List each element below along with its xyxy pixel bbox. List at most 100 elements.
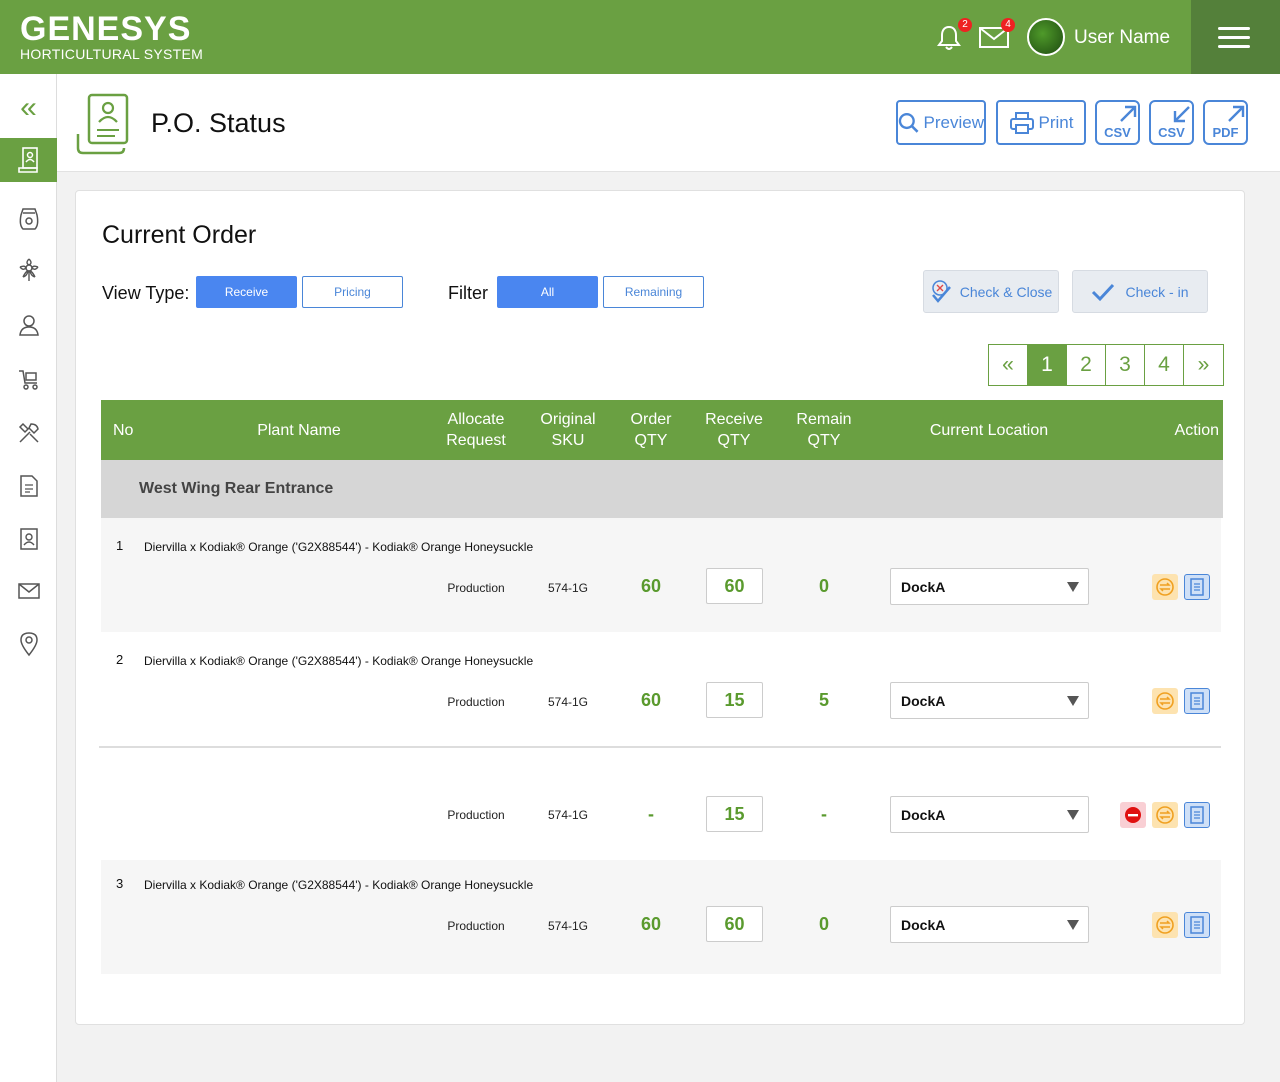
allocate-request: Production xyxy=(447,695,505,709)
plant-name: Diervilla x Kodiak® Orange ('G2X88544') … xyxy=(144,540,534,554)
notifications-badge: 2 xyxy=(958,18,972,32)
col-no: No xyxy=(113,421,134,439)
original-sku: 574-1G xyxy=(547,919,589,933)
arrow-down-left-icon xyxy=(1173,106,1190,123)
filter-remaining-button[interactable]: Remaining xyxy=(603,276,704,308)
po-status-icon xyxy=(75,92,133,161)
receive-qty-input[interactable]: 15 xyxy=(706,796,763,832)
receive-qty-input[interactable]: 15 xyxy=(706,682,763,718)
transfer-button[interactable] xyxy=(1152,688,1178,714)
sidebar-item-seed-bag-icon[interactable] xyxy=(0,196,57,240)
csv-import-label: CSV xyxy=(1158,125,1185,140)
hamburger-menu-button[interactable] xyxy=(1191,0,1280,74)
order-qty: 60 xyxy=(640,690,662,710)
username[interactable]: User Name xyxy=(1074,27,1170,49)
check-in-button[interactable]: Check - in xyxy=(1072,270,1208,313)
remain-qty: 5 xyxy=(818,690,829,710)
page-3-button[interactable]: 3 xyxy=(1106,345,1145,385)
last-page-icon[interactable]: » xyxy=(1184,345,1223,385)
location-value: DockA xyxy=(901,692,946,709)
sidebar-item-document-icon[interactable] xyxy=(0,464,57,508)
original-sku: 574-1G xyxy=(547,695,589,709)
location-select[interactable]: DockA xyxy=(890,906,1089,943)
app-name: GENESYS xyxy=(20,10,192,48)
check-close-label: Check & Close xyxy=(959,283,1053,300)
page-1-button[interactable]: 1 xyxy=(1028,345,1067,385)
sidebar-item-location-pin-icon[interactable] xyxy=(0,622,57,666)
pdf-export-button[interactable]: PDF xyxy=(1203,100,1248,145)
pdf-label: PDF xyxy=(1212,125,1239,140)
notes-button[interactable] xyxy=(1184,574,1210,600)
view-type-receive-button[interactable]: Receive xyxy=(196,276,297,308)
sidebar-item-user-icon[interactable] xyxy=(0,303,57,347)
location-value: DockA xyxy=(901,578,946,595)
notes-button[interactable] xyxy=(1184,802,1210,828)
sidebar-item-contact-icon[interactable] xyxy=(0,517,57,561)
sidebar-item-po-icon[interactable] xyxy=(0,138,57,182)
sidebar-item-mail-icon[interactable] xyxy=(0,569,57,613)
sidebar-item-tools-icon[interactable] xyxy=(0,411,57,455)
preview-label: Preview xyxy=(923,112,984,132)
avatar[interactable] xyxy=(1027,18,1065,56)
csv-export-label: CSV xyxy=(1104,125,1131,140)
notes-button[interactable] xyxy=(1184,912,1210,938)
receive-qty-input[interactable]: 60 xyxy=(706,568,763,604)
top-bar: GENESYS HORTICULTURAL SYSTEM 2 4 User Na… xyxy=(0,0,1280,74)
collapse-icon[interactable]: « xyxy=(0,92,57,128)
remain-qty: 0 xyxy=(818,914,829,934)
transfer-icon xyxy=(1156,578,1174,596)
first-page-icon[interactable]: « xyxy=(989,345,1028,385)
transfer-button[interactable] xyxy=(1152,574,1178,600)
remain-qty: 0 xyxy=(818,576,829,596)
notes-icon xyxy=(1190,916,1204,934)
app-logo[interactable]: GENESYS HORTICULTURAL SYSTEM xyxy=(20,12,203,62)
location-group-label: West Wing Rear Entrance xyxy=(139,480,334,497)
messages-envelope-icon[interactable]: 4 xyxy=(979,18,1015,52)
sidebar-item-plant-icon[interactable] xyxy=(0,248,57,292)
sidebar-item-cart-icon[interactable] xyxy=(0,358,57,402)
transfer-icon xyxy=(1156,806,1174,824)
preview-button[interactable]: Preview xyxy=(896,100,986,145)
dropdown-caret-icon xyxy=(1067,582,1079,592)
filter-label: Filter xyxy=(448,283,488,303)
view-type-label: View Type: xyxy=(102,283,190,303)
page-2-button[interactable]: 2 xyxy=(1067,345,1106,385)
page-title: P.O. Status xyxy=(151,108,286,138)
location-group-header: West Wing Rear Entrance xyxy=(101,460,1223,518)
col-remain-qty: Remain QTY xyxy=(796,411,852,449)
allocate-request: Production xyxy=(447,919,505,933)
transfer-button[interactable] xyxy=(1152,912,1178,938)
original-sku: 574-1G xyxy=(547,581,589,595)
csv-export-button[interactable]: CSV xyxy=(1095,100,1140,145)
location-select[interactable]: DockA xyxy=(890,568,1089,605)
location-select[interactable]: DockA xyxy=(890,682,1089,719)
view-type-pricing-button[interactable]: Pricing xyxy=(302,276,403,308)
pagination: « 1 2 3 4 » xyxy=(988,344,1224,386)
arrow-up-right-icon xyxy=(1228,105,1245,122)
transfer-button[interactable] xyxy=(1152,802,1178,828)
dropdown-caret-icon xyxy=(1067,696,1079,706)
location-value: DockA xyxy=(901,916,946,933)
notifications-bell-icon[interactable]: 2 xyxy=(936,18,972,52)
page-4-button[interactable]: 4 xyxy=(1145,345,1184,385)
table-header: No Plant Name Allocate Request Original … xyxy=(101,400,1223,460)
table-row-split: Production 574-1G - 15 - DockA xyxy=(101,748,1221,860)
dropdown-caret-icon xyxy=(1067,920,1079,930)
notes-button[interactable] xyxy=(1184,688,1210,714)
notes-icon xyxy=(1190,578,1204,596)
allocate-request: Production xyxy=(447,808,505,822)
row-number: 2 xyxy=(116,652,124,667)
check-close-button[interactable]: Check & Close xyxy=(923,270,1059,313)
remove-split-button[interactable] xyxy=(1120,802,1146,828)
col-action: Action xyxy=(1174,421,1219,439)
csv-import-button[interactable]: CSV xyxy=(1149,100,1194,145)
transfer-icon xyxy=(1156,916,1174,934)
receive-qty-input[interactable]: 60 xyxy=(706,906,763,942)
current-order-card: Current Order View Type: Receive Pricing… xyxy=(75,190,1245,1025)
filter-all-button[interactable]: All xyxy=(497,276,598,308)
location-select[interactable]: DockA xyxy=(890,796,1089,833)
col-original-sku: Original SKU xyxy=(540,411,596,449)
search-icon xyxy=(898,112,919,133)
print-button[interactable]: Print xyxy=(996,100,1086,145)
dropdown-caret-icon xyxy=(1067,810,1079,820)
